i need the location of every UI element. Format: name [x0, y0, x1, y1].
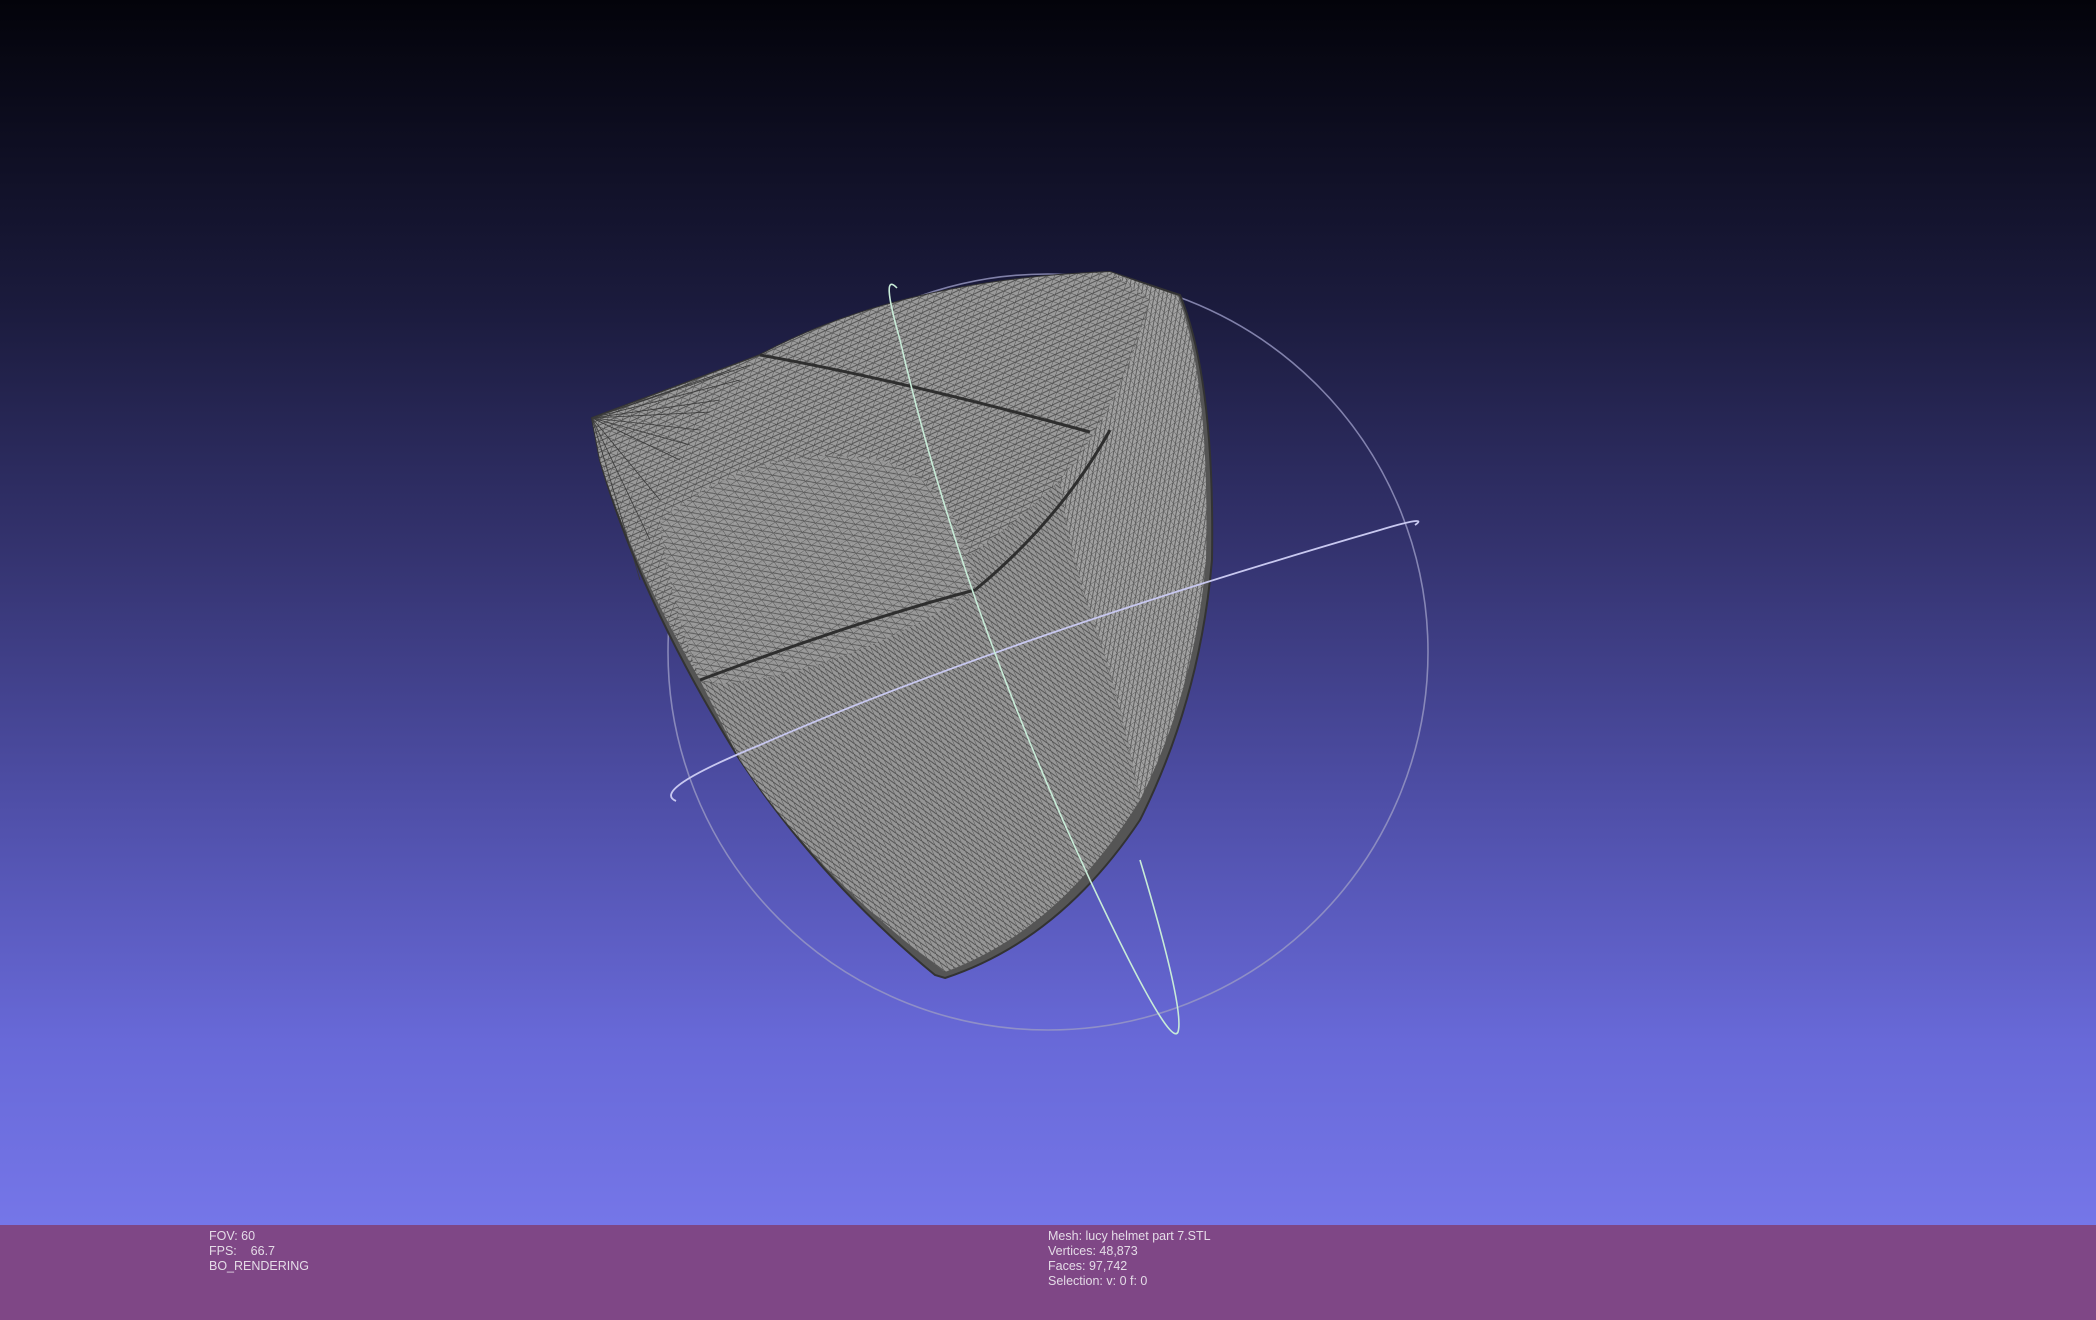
- mesh-info: Mesh: lucy helmet part 7.STL Vertices: 4…: [1048, 1229, 1211, 1289]
- fov-label: FOV: 60: [209, 1229, 256, 1243]
- render-mode-label: BO_RENDERING: [209, 1259, 310, 1273]
- mesh-model[interactable]: [590, 270, 1214, 980]
- selection-label: Selection: v: 0 f: 0: [1048, 1274, 1148, 1288]
- fps-label: FPS: 66.7: [209, 1244, 276, 1258]
- vertices-label: Vertices: 48,873: [1048, 1244, 1138, 1258]
- render-info: FOV: 60 FPS: 66.7 BO_RENDERING: [209, 1229, 309, 1274]
- scene-canvas[interactable]: [0, 0, 2096, 1225]
- faces-label: Faces: 97,742: [1048, 1259, 1128, 1273]
- 3d-viewport[interactable]: [0, 0, 2096, 1225]
- status-info-bar: FOV: 60 FPS: 66.7 BO_RENDERING Mesh: luc…: [0, 1225, 2096, 1320]
- mesh-name-label: Mesh: lucy helmet part 7.STL: [1048, 1229, 1211, 1243]
